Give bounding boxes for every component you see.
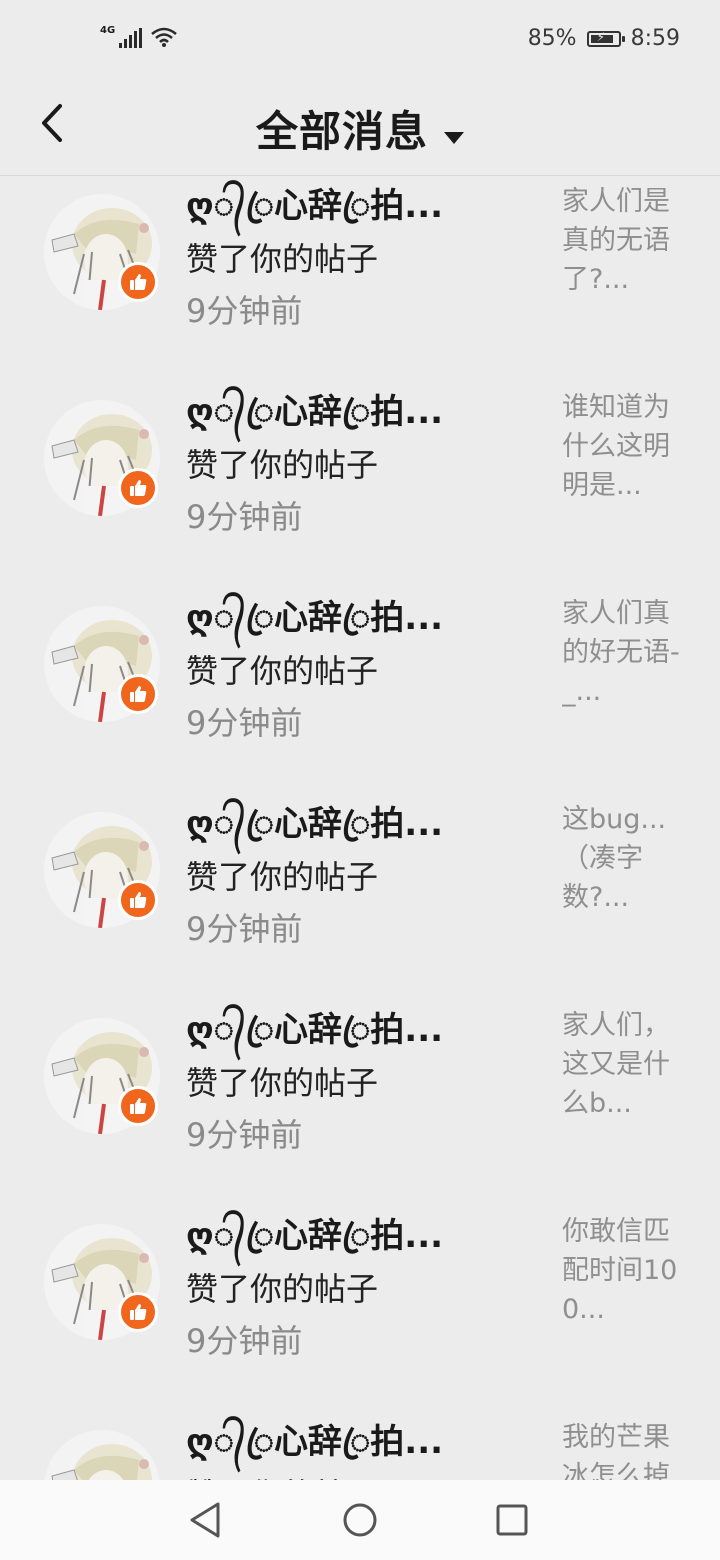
- nav-back-button[interactable]: [184, 1498, 228, 1542]
- clock: 8:59: [630, 26, 680, 51]
- post-preview[interactable]: 谁知道为什么这明明是...: [562, 388, 684, 508]
- notification-item[interactable]: ღ᭄ꦿ心辞ꦿ拍... 赞了你的帖子 9分钟前 家人们真的好无语-_...: [0, 560, 720, 766]
- notification-item[interactable]: ღ᭄ꦿ心辞ꦿ拍... 赞了你的帖子 9分钟前 谁知道为什么这明明是...: [0, 354, 720, 560]
- notification-item[interactable]: ღ᭄ꦿ心辞ꦿ拍...赞了你的帖子我的芒果冰怎么掉各了...: [0, 1384, 720, 1480]
- circle-home-icon: [343, 1503, 377, 1537]
- timestamp: 9分钟前: [186, 498, 303, 536]
- action-text: 赞了你的帖子: [186, 240, 379, 278]
- post-preview[interactable]: 家人们是真的无语了?...: [562, 182, 684, 302]
- action-text: 赞了你的帖子: [186, 1470, 378, 1480]
- title-dropdown[interactable]: 全部消息: [0, 98, 720, 159]
- action-text: 赞了你的帖子: [186, 652, 379, 690]
- thumbs-up-icon: [118, 1086, 158, 1126]
- notification-list[interactable]: ღ᭄ꦿ心辞ꦿ拍... 赞了你的帖子 9分钟前 家人们是真的无语了?... ღ᭄ꦿ心辞ꦿ拍…: [0, 176, 720, 1480]
- signal-icon: [119, 28, 143, 48]
- thumbs-up-icon: [118, 468, 158, 508]
- status-left: 4G: [100, 26, 178, 48]
- notification-item[interactable]: ღ᭄ꦿ心辞ꦿ拍... 赞了你的帖子 9分钟前 这bug...（凑字数?...: [0, 766, 720, 972]
- square-recents-icon: [496, 1504, 528, 1536]
- timestamp: 9分钟前: [186, 1116, 303, 1154]
- system-nav-bar: [0, 1480, 720, 1560]
- action-text: 赞了你的帖子: [186, 1270, 379, 1308]
- page-title: 全部消息: [255, 107, 428, 156]
- notification-item[interactable]: ღ᭄ꦿ心辞ꦿ拍... 赞了你的帖子 9分钟前 你敢信匹配时间100...: [0, 1178, 720, 1384]
- post-preview[interactable]: 你敢信匹配时间100...: [562, 1212, 684, 1332]
- timestamp: 9分钟前: [186, 1322, 303, 1360]
- action-text: 赞了你的帖子: [186, 446, 379, 484]
- top-bar: 全部消息: [0, 84, 720, 176]
- post-preview[interactable]: 家人们真的好无语-_...: [562, 594, 684, 714]
- action-text: 赞了你的帖子: [186, 1064, 379, 1102]
- status-right: 85% ⚡ 8:59: [528, 26, 680, 51]
- post-preview[interactable]: 家人们，这又是什么b...: [562, 1006, 684, 1126]
- battery-percent: 85%: [527, 26, 577, 51]
- thumbs-up-icon: [118, 674, 158, 714]
- action-text: 赞了你的帖子: [186, 858, 379, 896]
- battery-icon: ⚡: [586, 29, 625, 47]
- caret-down-icon: [444, 131, 464, 144]
- charging-icon: ⚡: [596, 29, 606, 44]
- wifi-icon: [151, 27, 177, 47]
- nav-recents-button[interactable]: [490, 1498, 534, 1542]
- avatar[interactable]: [44, 1430, 160, 1480]
- post-preview[interactable]: 这bug...（凑字数?...: [562, 800, 684, 920]
- timestamp: 9分钟前: [186, 910, 303, 948]
- post-preview[interactable]: 我的芒果冰怎么掉各了...: [562, 1418, 684, 1480]
- thumbs-up-icon: [118, 880, 158, 920]
- timestamp: 9分钟前: [186, 704, 303, 742]
- notification-item[interactable]: ღ᭄ꦿ心辞ꦿ拍... 赞了你的帖子 9分钟前 家人们，这又是什么b...: [0, 972, 720, 1178]
- notification-item[interactable]: ღ᭄ꦿ心辞ꦿ拍... 赞了你的帖子 9分钟前 家人们是真的无语了?...: [0, 176, 720, 354]
- status-bar: 4G 85% ⚡ 8:59: [0, 0, 720, 84]
- thumbs-up-icon: [118, 1292, 158, 1332]
- timestamp: 9分钟前: [186, 292, 303, 330]
- network-type: 4G: [100, 25, 116, 36]
- nav-home-button[interactable]: [338, 1498, 382, 1542]
- thumbs-up-icon: [118, 262, 158, 302]
- triangle-back-icon: [190, 1502, 220, 1538]
